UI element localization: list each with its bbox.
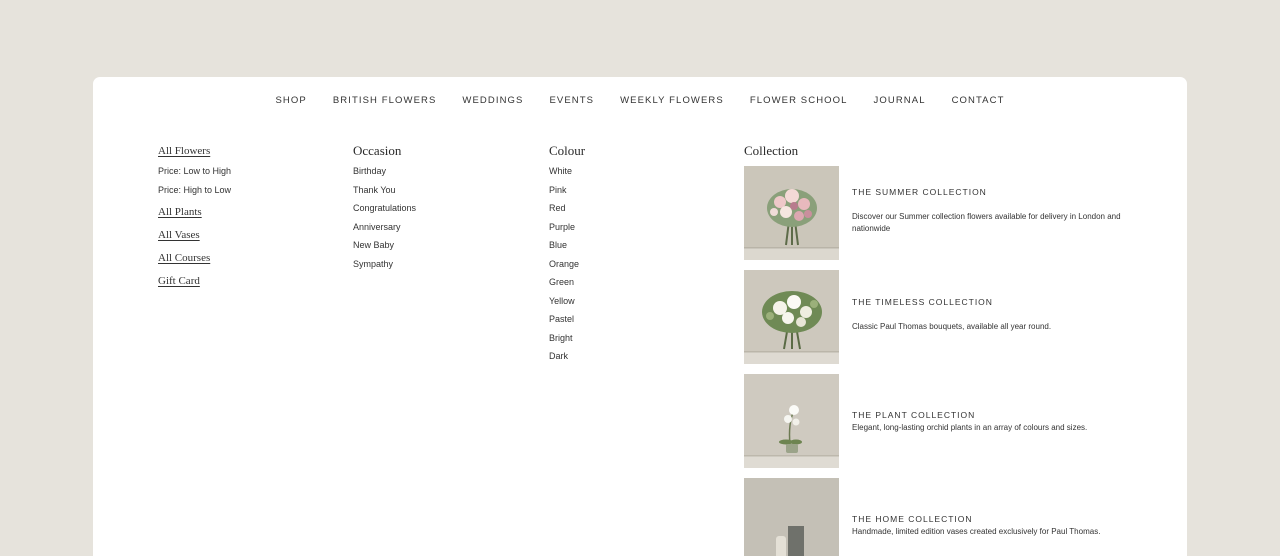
gift-card-link[interactable]: Gift Card [158, 274, 338, 288]
sort-price-high-low[interactable]: Price: High to Low [158, 185, 338, 196]
all-vases-link[interactable]: All Vases [158, 228, 338, 242]
collection-column: Collection THE SUMMER COLLECTION Discove… [744, 144, 1174, 556]
occasion-anniversary[interactable]: Anniversary [353, 222, 533, 233]
occasion-birthday[interactable]: Birthday [353, 166, 533, 177]
summer-bouquet-image[interactable] [744, 166, 839, 260]
colour-green[interactable]: Green [549, 277, 729, 288]
occasion-sympathy[interactable]: Sympathy [353, 259, 533, 270]
nav-british-flowers[interactable]: BRITISH FLOWERS [320, 95, 450, 107]
colour-column: Colour White Pink Red Purple Blue Orange… [549, 144, 729, 370]
colour-yellow[interactable]: Yellow [549, 296, 729, 307]
nav-contact[interactable]: CONTACT [939, 95, 1018, 107]
colour-bright[interactable]: Bright [549, 333, 729, 344]
nav-events[interactable]: EVENTS [536, 95, 607, 107]
colour-red[interactable]: Red [549, 203, 729, 214]
collection-title: THE PLANT COLLECTION [852, 410, 976, 420]
vases-image[interactable] [744, 478, 839, 556]
collection-item-home[interactable]: THE HOME COLLECTION Handmade, limited ed… [744, 478, 1174, 556]
occasion-congratulations[interactable]: Congratulations [353, 203, 533, 214]
colour-heading: Colour [549, 143, 586, 158]
all-plants-link[interactable]: All Plants [158, 205, 338, 219]
timeless-bouquet-image[interactable] [744, 270, 839, 364]
nav-shop[interactable]: SHOP [263, 95, 320, 107]
main-nav: SHOP BRITISH FLOWERS WEDDINGS EVENTS WEE… [93, 95, 1187, 107]
collection-title: THE SUMMER COLLECTION [852, 187, 987, 197]
all-courses-link[interactable]: All Courses [158, 251, 338, 265]
nav-weekly-flowers[interactable]: WEEKLY FLOWERS [607, 95, 737, 107]
collection-description: Elegant, long-lasting orchid plants in a… [852, 423, 1088, 432]
collection-text: THE TIMELESS COLLECTION Classic Paul Tho… [839, 270, 1122, 364]
occasion-heading: Occasion [353, 143, 402, 158]
collection-heading: Collection [744, 143, 799, 158]
all-flowers-link[interactable]: All Flowers [158, 144, 338, 158]
orchid-plant-image[interactable] [744, 374, 839, 468]
collection-item-plant[interactable]: THE PLANT COLLECTION Elegant, long-lasti… [744, 374, 1174, 468]
sort-price-low-high[interactable]: Price: Low to High [158, 166, 338, 177]
nav-journal[interactable]: JOURNAL [861, 95, 939, 107]
mega-menu-panel: SHOP BRITISH FLOWERS WEDDINGS EVENTS WEE… [93, 77, 1187, 556]
occasion-thank-you[interactable]: Thank You [353, 185, 533, 196]
collection-title: THE HOME COLLECTION [852, 514, 973, 524]
colour-white[interactable]: White [549, 166, 729, 177]
shop-all-column: All Flowers Price: Low to High Price: Hi… [158, 144, 338, 288]
collection-description: Handmade, limited edition vases created … [852, 527, 1101, 536]
nav-flower-school[interactable]: FLOWER SCHOOL [737, 95, 861, 107]
colour-blue[interactable]: Blue [549, 240, 729, 251]
collection-item-summer[interactable]: THE SUMMER COLLECTION Discover our Summe… [744, 166, 1174, 260]
collection-description: Classic Paul Thomas bouquets, available … [852, 322, 1052, 331]
colour-dark[interactable]: Dark [549, 351, 729, 362]
collection-text: THE SUMMER COLLECTION Discover our Summe… [839, 166, 1122, 260]
occasion-column: Occasion Birthday Thank You Congratulati… [353, 144, 533, 277]
colour-purple[interactable]: Purple [549, 222, 729, 233]
colour-orange[interactable]: Orange [549, 259, 729, 270]
collection-item-timeless[interactable]: THE TIMELESS COLLECTION Classic Paul Tho… [744, 270, 1174, 364]
collection-text: THE PLANT COLLECTION Elegant, long-lasti… [839, 374, 1122, 468]
nav-weddings[interactable]: WEDDINGS [449, 95, 536, 107]
colour-pink[interactable]: Pink [549, 185, 729, 196]
occasion-new-baby[interactable]: New Baby [353, 240, 533, 251]
collection-text: THE HOME COLLECTION Handmade, limited ed… [839, 478, 1122, 556]
sort-options: Price: Low to High Price: High to Low [158, 166, 338, 196]
colour-pastel[interactable]: Pastel [549, 314, 729, 325]
collection-description: Discover our Summer collection flowers a… [852, 212, 1121, 233]
collection-title: THE TIMELESS COLLECTION [852, 297, 993, 307]
